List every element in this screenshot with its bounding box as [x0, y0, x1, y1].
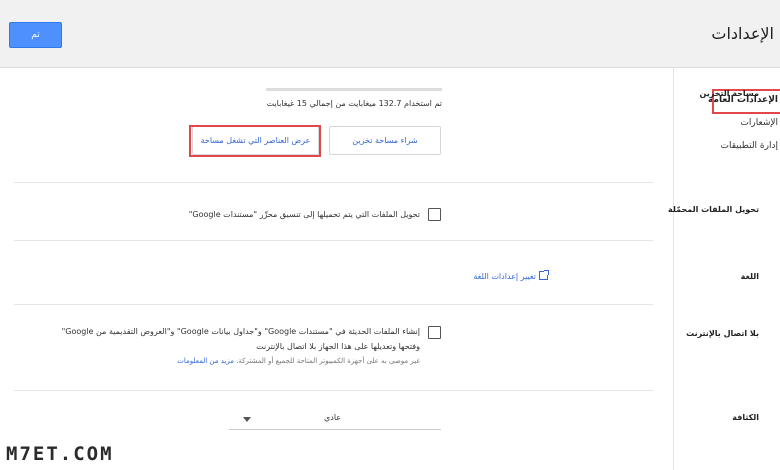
- sidebar-item-manage-apps[interactable]: إدارة التطبيقات: [721, 141, 778, 151]
- external-link-icon: [539, 270, 549, 280]
- storage-usage-bar: [266, 88, 442, 91]
- dropdown-arrow-icon: [243, 417, 251, 422]
- storage-usage-text: تم استخدام 132.7 ميغابايت من إجمالي 15 غ…: [266, 99, 442, 108]
- convert-uploads-label: تحويل الملفات المحمّلة: [667, 205, 759, 214]
- storage-label: مساحة التخزين: [699, 89, 759, 98]
- convert-uploads-checkbox[interactable]: [428, 208, 441, 221]
- done-button[interactable]: تم: [9, 22, 62, 48]
- offline-text-line1: إنشاء الملفات الحديثة في "مستندات Google…: [61, 327, 420, 336]
- divider: [14, 240, 653, 241]
- sidebar-item-notifications[interactable]: الإشعارات: [740, 118, 778, 128]
- language-label: اللغة: [740, 272, 759, 281]
- offline-text-line2: وفتحها وتعديلها على هذا الجهاز بلا اتصال…: [256, 342, 420, 351]
- button-highlight-annotation: [189, 125, 321, 157]
- watermark-logo: M7ET.COM: [6, 443, 114, 465]
- language-settings-link-text: تغيير إعدادات اللغة: [473, 272, 536, 281]
- offline-label: بلا اتصال بالإنترنت: [686, 329, 759, 338]
- page-title: الإعدادات: [711, 24, 774, 43]
- divider: [14, 182, 653, 183]
- offline-note-text: غير موصى به على أجهزة الكمبيوتر المتاحة …: [236, 357, 420, 365]
- divider: [14, 304, 653, 305]
- learn-more-link[interactable]: مزيد من المعلومات: [177, 357, 234, 365]
- divider: [14, 390, 653, 391]
- buy-storage-button[interactable]: شراء مساحة تخزين: [329, 126, 441, 155]
- settings-sidebar: الإعدادات العامة الإشعارات إدارة التطبيق…: [673, 68, 780, 470]
- settings-header: تم الإعدادات: [0, 0, 780, 68]
- density-label: الكثافة: [732, 413, 759, 422]
- language-settings-link[interactable]: تغيير إعدادات اللغة: [473, 270, 549, 281]
- convert-uploads-text: تحويل الملفات التي يتم تحميلها إلى تنسيق…: [188, 210, 420, 219]
- density-dropdown[interactable]: عادي: [229, 408, 441, 430]
- offline-checkbox[interactable]: [428, 326, 441, 339]
- density-selected-value: عادي: [324, 413, 342, 422]
- offline-note: غير موصى به على أجهزة الكمبيوتر المتاحة …: [177, 357, 420, 365]
